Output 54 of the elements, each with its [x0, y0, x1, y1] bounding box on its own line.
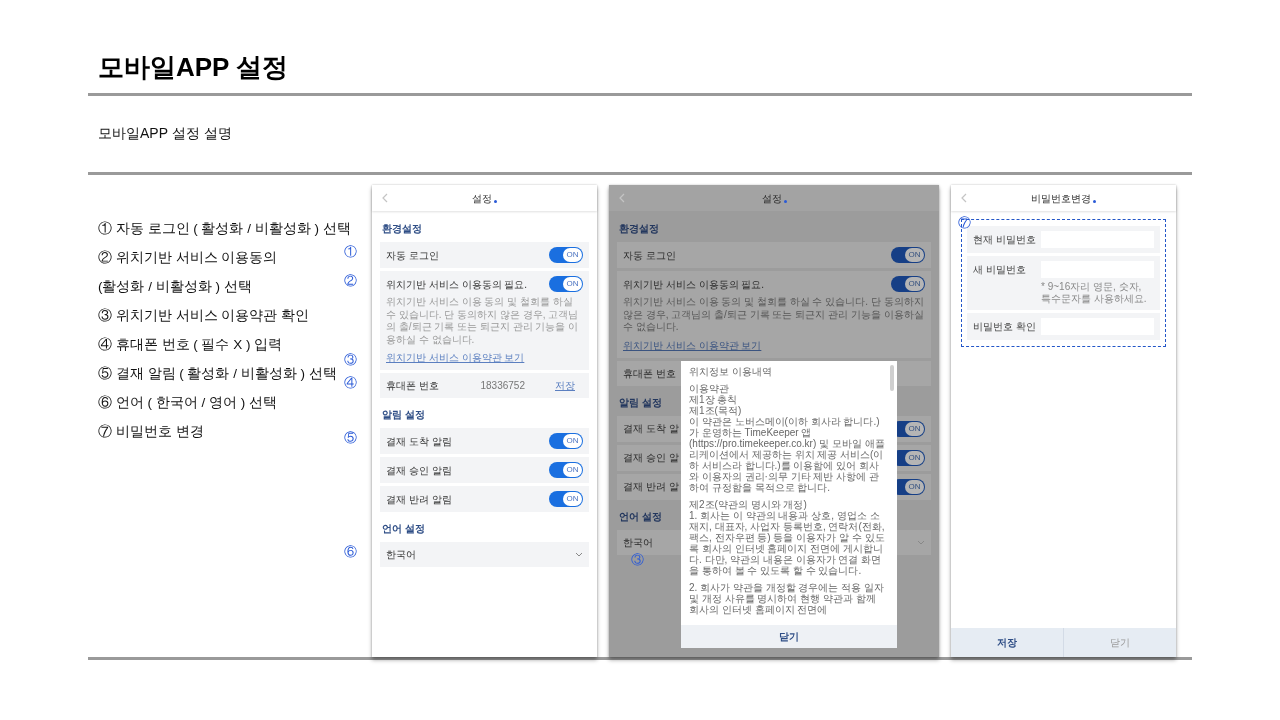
step-text: ⑦ 비밀번호 변경 [98, 423, 205, 442]
section-label: 환경설정 [618, 222, 660, 237]
terms-text: 제2조(약관의 명시와 개정) [689, 499, 807, 511]
step-marker: ④ [344, 376, 357, 390]
screen-title: 설정 [761, 191, 782, 206]
step-marker: ⑥ [344, 545, 357, 559]
row-label: 위치기반 서비스 이용동의 필요. [386, 277, 528, 292]
terms-text: 이용약관 [689, 383, 730, 395]
hint-text: * 9~16자리 영문, 숫자, 특수문자를 사용하세요. [1041, 281, 1148, 306]
terms-text: 제1조(목적) [689, 405, 742, 417]
field-label: 비밀번호 확인 [973, 320, 1035, 335]
row-label: 결재 반려 알림 [386, 492, 452, 507]
screen-title: 비밀번호변경 [1031, 191, 1091, 206]
screen-title: 설정 [472, 191, 492, 206]
description-text: 위치기반 서비스 이용 동의 및 철회를 하실 수 있습니다. 단 동의하지 않은 경우, 고객님의 출/퇴근 기록 또는 퇴근지 관리 기능을 이용하실 수 없습니다. [386, 296, 580, 347]
field-label: 새 비밀번호 [973, 263, 1027, 278]
row-label: 휴대폰 번호 [623, 366, 676, 381]
phone-number-text: 18336752 [480, 379, 525, 394]
terms-text: 제1장 총칙 [689, 394, 739, 406]
step-text: ② 위치기반 서비스 이용동의 [98, 249, 279, 268]
step-text: ⑤ 결재 알림 ( 활성화 / 비활성화 ) 선택 [98, 365, 338, 384]
slide-title: 모바일APP 설정 [98, 52, 290, 84]
step-marker: ⑤ [344, 431, 357, 445]
step-marker: ② [344, 274, 357, 288]
section-label: 알림 설정 [381, 408, 426, 423]
step-marker: ③ [631, 553, 644, 567]
row-label: 위치기반 서비스 이용동의 필요. [623, 277, 765, 292]
step-marker: ③ [344, 353, 357, 367]
row-label: 휴대폰 번호 [386, 379, 439, 394]
section-label: 환경설정 [381, 222, 423, 237]
row-label: 결재 반려 알 [623, 480, 679, 495]
terms-text: 1. 회사는 이 약관의 내용과 상호, 영업소 소재지, 대표자, 사업자 등록번호, 연락처(전화, 팩스, 전자우편 등) 등을 이용자가 알 수 있도록 회사의 인터넷 홈페이지 전면에 게시합니다. 다만, 약관의 내용은 이용자가 연결 화면을 통하여 볼 수 있도록 할 수 있습니다. [689, 510, 885, 577]
step-text: ① 자동 로그인 ( 활성화 / 비활성화 ) 선택 [98, 220, 350, 239]
terms-text: 이 약관은 노버스메이(이하 회사라 합니다.)가 운영하는 TimeKeeper 앱(https://pro.timekeeper.co.kr) 및 모바일 애플리케이션에서 제공하는 위치 제공 서비스(이하 서비스라 합니다.)를 이용함에 있어 회사와 이용자의 권리·의무 기타 제반 사항에 관하여 규정함을 목적으로 합니다. [689, 416, 885, 494]
step-text: (활성화 / 비활성화 ) 선택 [98, 278, 253, 297]
step-text: ⑥ 언어 ( 한국어 / 영어 ) 선택 [98, 394, 278, 413]
terms-text: 2. 회사가 약관을 개정할 경우에는 적용 일자 및 개정 사유를 명시하여 현행 약관과 함께 회사의 인터넷 홈페이지 전면에 [689, 582, 885, 616]
row-label: 결재 도착 알 [623, 422, 679, 437]
field-label: 현재 비밀번호 [973, 233, 1035, 248]
step-marker: ⑦ [958, 216, 971, 230]
row-label: 자동 로그인 [623, 248, 676, 263]
description-text: 위치기반 서비스 이용 동의 및 철회를 하실 수 있습니다. 단 동의하지 않은 경우, 고객님의 출/퇴근 기록 또는 퇴근지 관리 기능을 이용하실 수 없습니다. [623, 296, 925, 334]
row-label: 결재 도착 알림 [386, 434, 452, 449]
section-label: 알림 설정 [618, 395, 663, 410]
row-label: 자동 로그인 [386, 248, 439, 263]
section-label: 언어 설정 [381, 522, 426, 537]
step-text: ③ 위치기반 서비스 이용약관 확인 [98, 307, 310, 326]
row-label: 결재 승인 알림 [386, 463, 452, 478]
row-label: 결재 승인 알 [623, 451, 679, 466]
dialog-title: 위치정보 이용내역 [689, 366, 773, 378]
step-marker: ① [344, 245, 357, 259]
section-label: 언어 설정 [618, 509, 663, 524]
slide-subtitle: 모바일APP 설정 설명 [98, 124, 233, 144]
step-text: ④ 휴대폰 번호 ( 필수 X ) 입력 [98, 336, 284, 355]
